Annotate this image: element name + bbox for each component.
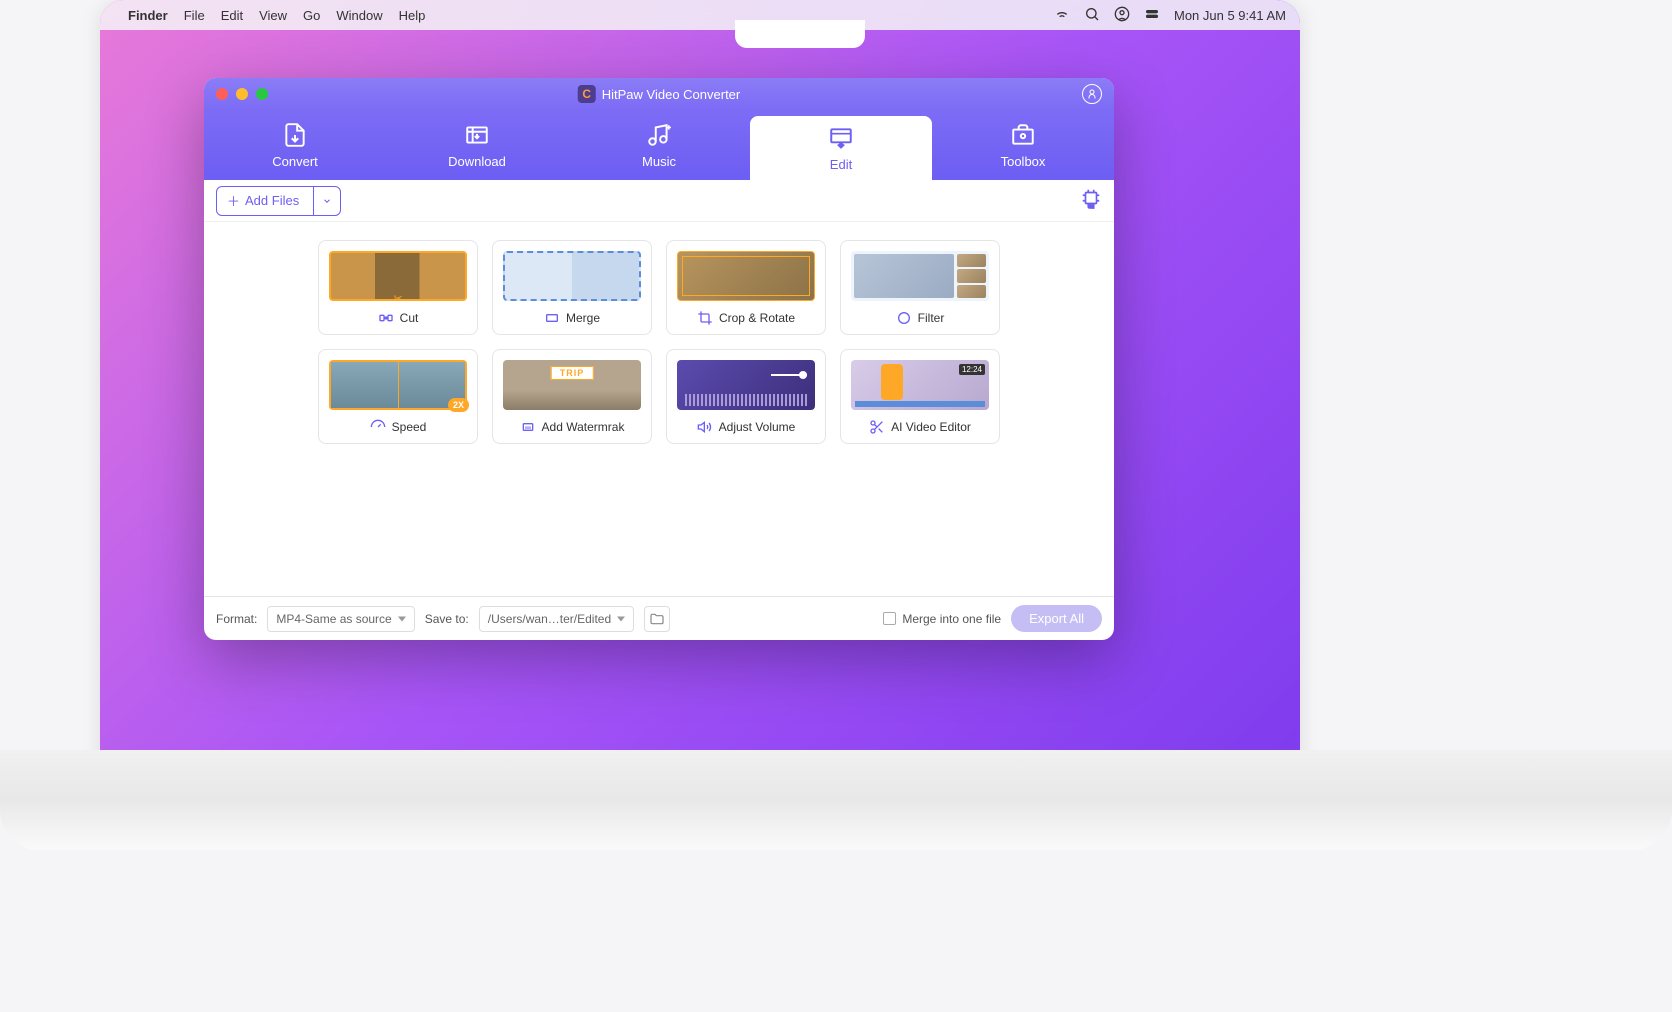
add-files-label: Add Files xyxy=(245,193,299,208)
edit-card-merge[interactable]: Merge xyxy=(492,240,652,335)
cut-icon xyxy=(378,310,394,326)
window-title-text: HitPaw Video Converter xyxy=(602,87,741,102)
menubar-window[interactable]: Window xyxy=(336,8,382,23)
close-button[interactable] xyxy=(216,88,228,100)
menubar-file[interactable]: File xyxy=(184,8,205,23)
tab-toolbox-label: Toolbox xyxy=(1001,154,1046,169)
minimize-button[interactable] xyxy=(236,88,248,100)
account-icon[interactable] xyxy=(1082,84,1102,104)
tab-convert-label: Convert xyxy=(272,154,318,169)
desktop-wallpaper: Finder File Edit View Go Window Help Mon… xyxy=(100,0,1300,830)
tab-toolbox[interactable]: Toolbox xyxy=(932,110,1114,180)
tab-download[interactable]: Download xyxy=(386,110,568,180)
save-to-label: Save to: xyxy=(425,612,469,626)
tab-edit-label: Edit xyxy=(830,157,852,172)
edit-card-cut[interactable]: Cut xyxy=(318,240,478,335)
speed-icon xyxy=(370,419,386,435)
hardware-accel-icon[interactable]: on xyxy=(1080,187,1102,214)
tab-download-label: Download xyxy=(448,154,506,169)
volume-label: Adjust Volume xyxy=(719,420,796,434)
crop-icon xyxy=(697,310,713,326)
edit-card-filter[interactable]: Filter xyxy=(840,240,1000,335)
export-all-button[interactable]: Export All xyxy=(1011,605,1102,632)
window-title: C HitPaw Video Converter xyxy=(578,85,741,103)
speed-thumbnail: 2X xyxy=(329,360,467,410)
macbook-notch xyxy=(735,20,865,48)
bottom-bar: Format: MP4-Same as source Save to: /Use… xyxy=(204,596,1114,640)
edit-card-crop-rotate[interactable]: Crop & Rotate xyxy=(666,240,826,335)
menubar-go[interactable]: Go xyxy=(303,8,320,23)
add-files-button[interactable]: ＋ Add Files xyxy=(216,186,341,216)
crop-thumbnail xyxy=(677,251,815,301)
volume-icon xyxy=(697,419,713,435)
merge-into-one-checkbox[interactable]: Merge into one file xyxy=(883,612,1001,626)
edit-card-watermark[interactable]: TRIP Add Watermrak xyxy=(492,349,652,444)
watermark-thumbnail: TRIP xyxy=(503,360,641,410)
macos-menubar: Finder File Edit View Go Window Help Mon… xyxy=(100,0,1300,30)
add-files-dropdown[interactable] xyxy=(313,187,340,215)
tab-edit[interactable]: Edit xyxy=(750,116,932,180)
tab-music-label: Music xyxy=(642,154,676,169)
format-select[interactable]: MP4-Same as source xyxy=(267,606,414,632)
menubar-datetime[interactable]: Mon Jun 5 9:41 AM xyxy=(1174,8,1286,23)
menubar-edit[interactable]: Edit xyxy=(221,8,243,23)
app-logo-icon: C xyxy=(578,85,596,103)
watermark-icon xyxy=(520,419,536,435)
tab-music[interactable]: Music xyxy=(568,110,750,180)
user-icon[interactable] xyxy=(1114,6,1130,25)
wifi-icon[interactable] xyxy=(1054,6,1070,25)
window-titlebar[interactable]: C HitPaw Video Converter xyxy=(204,78,1114,110)
filter-icon xyxy=(896,310,912,326)
speed-label: Speed xyxy=(392,420,427,434)
merge-check-label: Merge into one file xyxy=(902,612,1001,626)
edit-cards-area: Cut Merge Crop & Rotate Filter xyxy=(204,222,1114,596)
merge-thumbnail xyxy=(503,251,641,301)
watermark-label: Add Watermrak xyxy=(542,420,625,434)
maximize-button[interactable] xyxy=(256,88,268,100)
traffic-lights xyxy=(216,88,268,100)
cut-thumbnail xyxy=(329,251,467,301)
edit-toolbar: ＋ Add Files on xyxy=(204,180,1114,222)
save-to-select[interactable]: /Users/wan…ter/Edited xyxy=(479,606,634,632)
menubar-help[interactable]: Help xyxy=(399,8,426,23)
main-tabs: Convert Download Music Edit Toolbox xyxy=(204,110,1114,180)
macbook-base xyxy=(0,750,1672,850)
checkbox-icon xyxy=(883,612,896,625)
open-folder-button[interactable] xyxy=(644,606,670,632)
scissors-icon xyxy=(869,419,885,435)
menubar-app-name[interactable]: Finder xyxy=(128,8,168,23)
cut-label: Cut xyxy=(400,311,419,325)
ai-thumbnail: 12:24 xyxy=(851,360,989,410)
edit-card-volume[interactable]: Adjust Volume xyxy=(666,349,826,444)
filter-thumbnail xyxy=(851,251,989,301)
edit-card-ai-editor[interactable]: 12:24 AI Video Editor xyxy=(840,349,1000,444)
ai-label: AI Video Editor xyxy=(891,420,971,434)
volume-thumbnail xyxy=(677,360,815,410)
control-center-icon[interactable] xyxy=(1144,6,1160,25)
edit-card-speed[interactable]: 2X Speed xyxy=(318,349,478,444)
merge-icon xyxy=(544,310,560,326)
format-label: Format: xyxy=(216,612,257,626)
filter-label: Filter xyxy=(918,311,945,325)
tab-convert[interactable]: Convert xyxy=(204,110,386,180)
spotlight-icon[interactable] xyxy=(1084,6,1100,25)
app-window: C HitPaw Video Converter Convert Downloa… xyxy=(204,78,1114,640)
svg-text:on: on xyxy=(1088,204,1094,209)
crop-label: Crop & Rotate xyxy=(719,311,795,325)
merge-label: Merge xyxy=(566,311,600,325)
menubar-view[interactable]: View xyxy=(259,8,287,23)
plus-icon: ＋ xyxy=(227,191,240,210)
